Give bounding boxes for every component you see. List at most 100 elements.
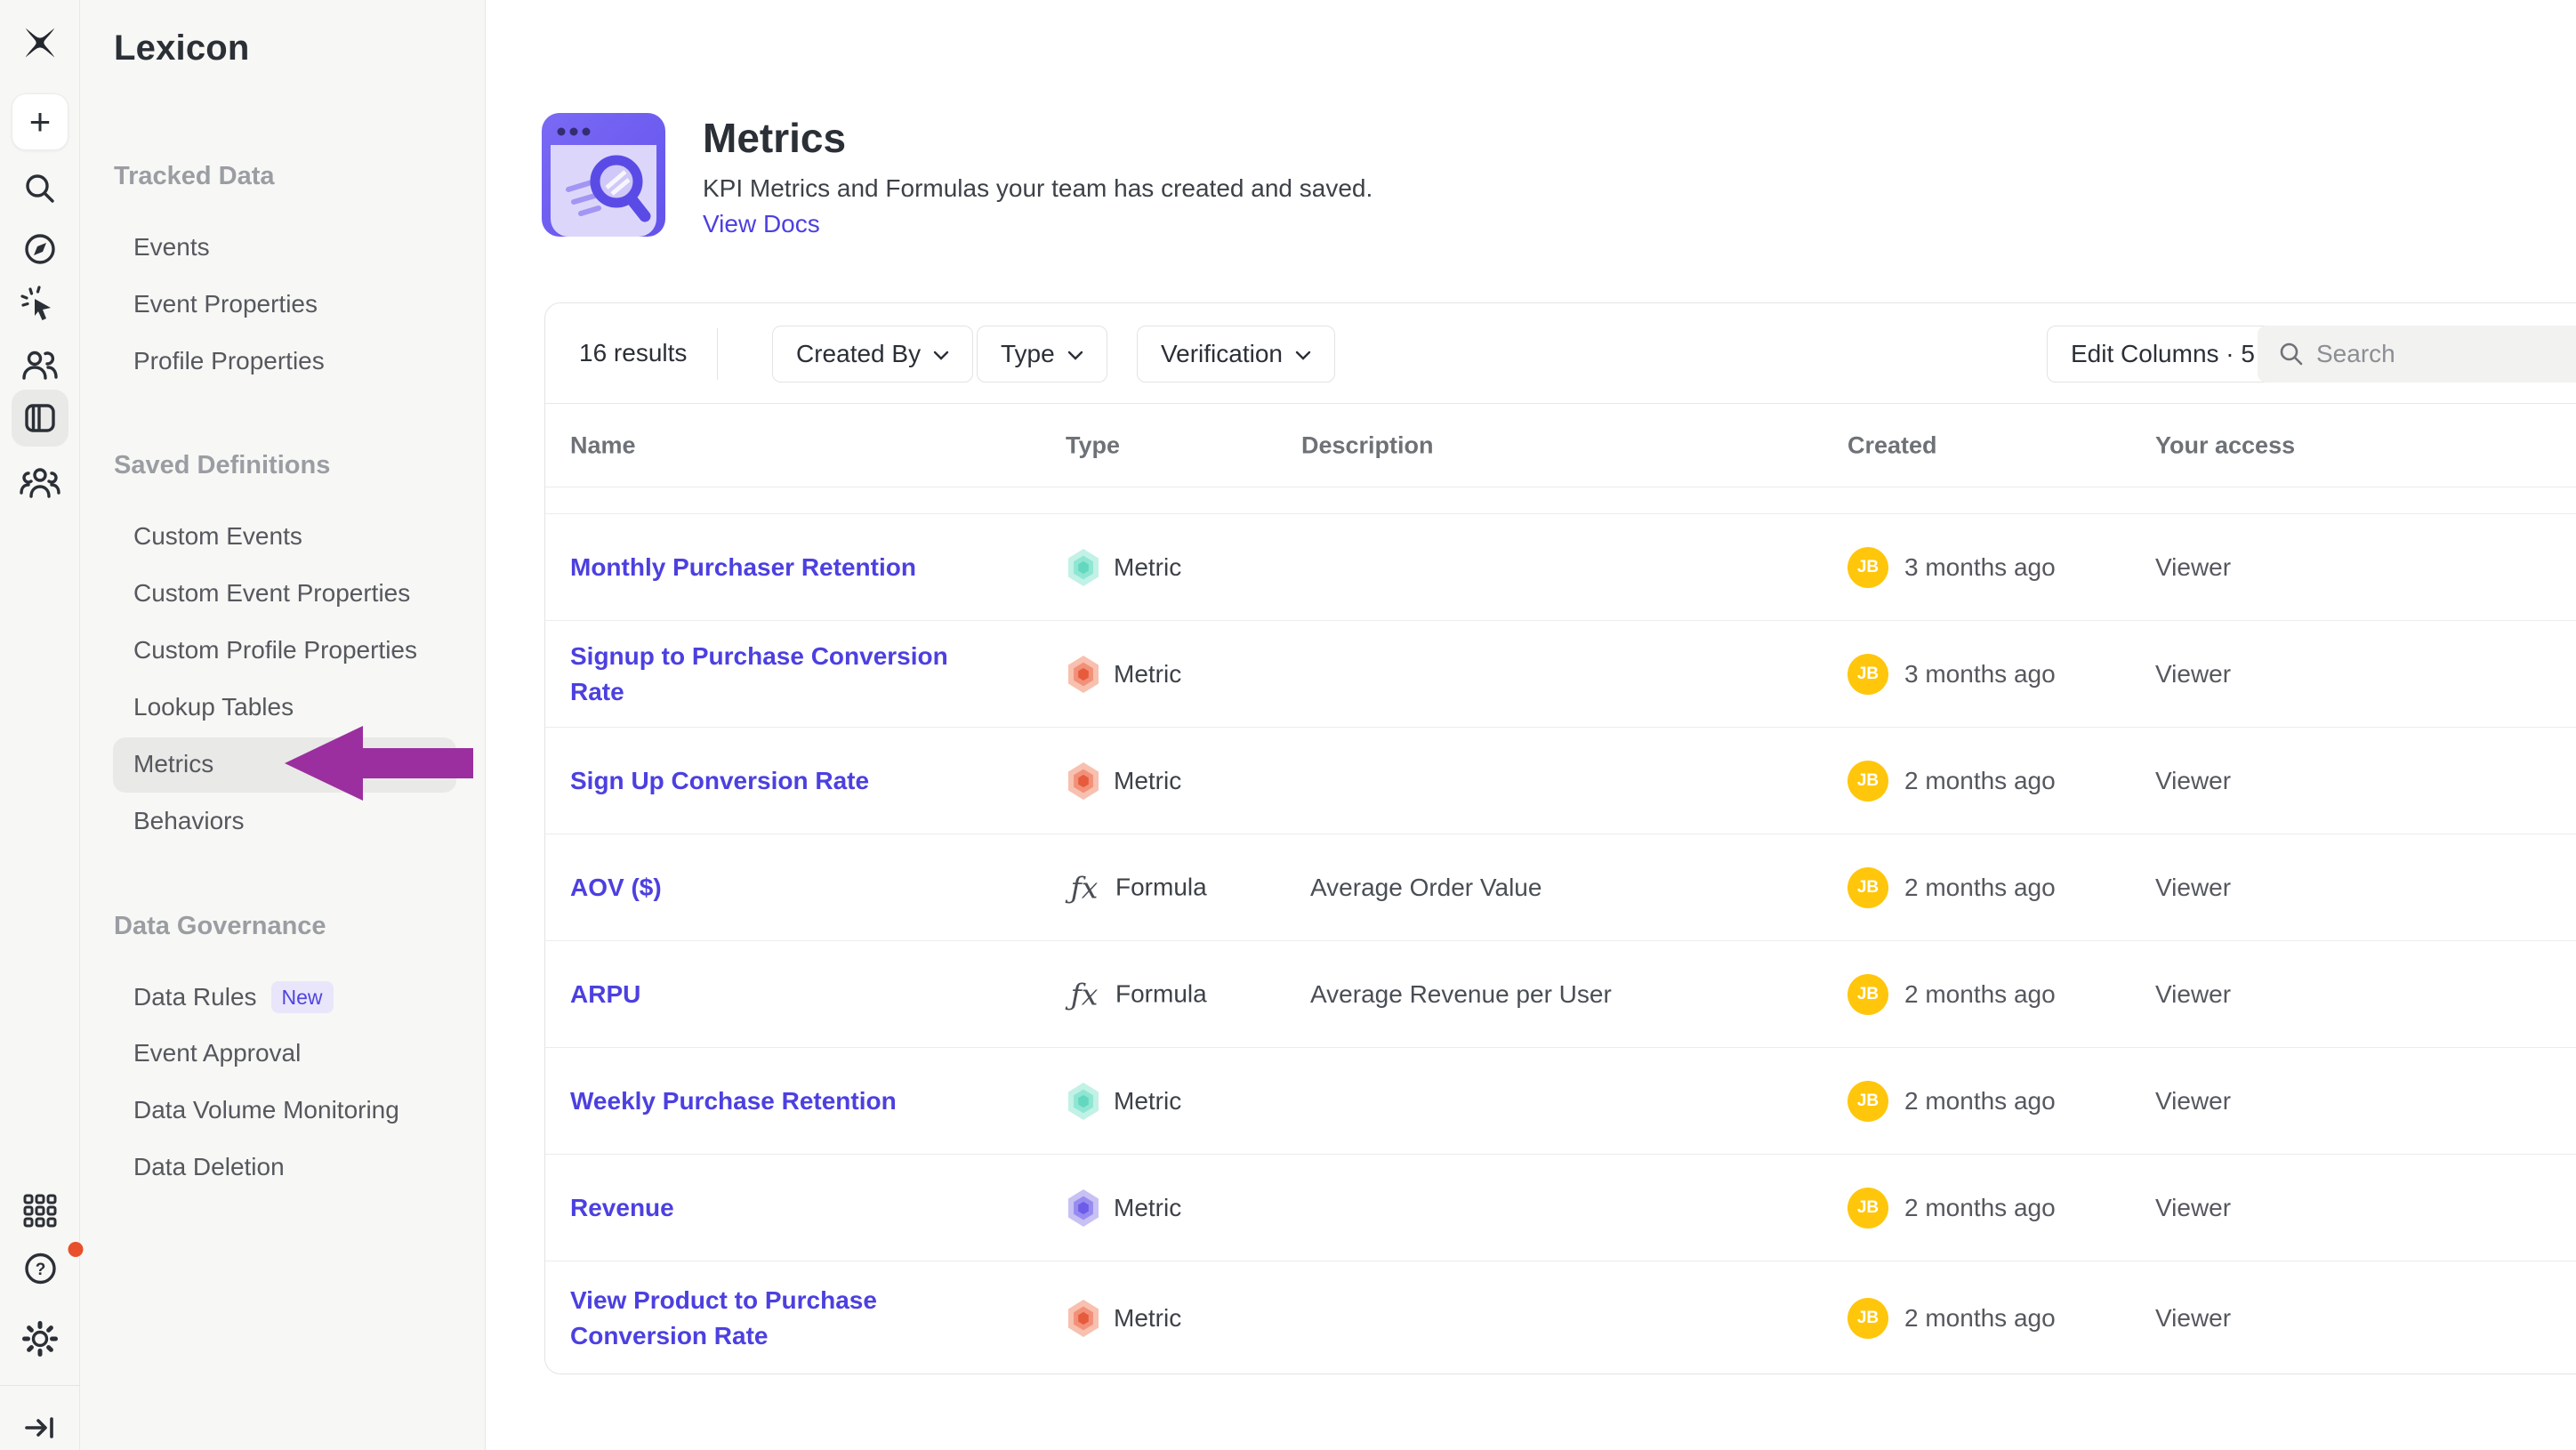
metric-hexagon-icon-red (1066, 655, 1101, 694)
type-cell: ƒx Formula (1066, 977, 1207, 1011)
type-cell: Metric (1066, 1188, 1181, 1228)
created-cell: JB 2 months ago (1847, 761, 2056, 802)
access-cell: Viewer (2155, 553, 2231, 582)
col-name[interactable]: Name (570, 431, 636, 459)
metric-name-link[interactable]: AOV ($) (570, 870, 988, 906)
sidebar-item-event-properties[interactable]: Event Properties (133, 286, 318, 322)
table-row[interactable]: Sign Up Conversion Rate Metric JB 2 mont… (545, 728, 2576, 834)
metric-name-link[interactable]: View Product to Purchase Conversion Rate (570, 1283, 988, 1354)
avatar: JB (1847, 1188, 1888, 1228)
created-cell: JB 2 months ago (1847, 974, 2056, 1015)
created-cell: JB 3 months ago (1847, 547, 2056, 588)
scrolled-row-sliver (545, 487, 2576, 514)
filter-created-by[interactable]: Created By (772, 326, 973, 383)
sidebar-item-behaviors[interactable]: Behaviors (133, 803, 245, 839)
sidebar-item-events[interactable]: Events (133, 230, 210, 265)
chevron-down-icon (1295, 350, 1311, 360)
metric-hexagon-icon-purple (1066, 1188, 1101, 1228)
formula-fx-icon: ƒx (1066, 870, 1103, 905)
sidebar-title: Lexicon (114, 28, 250, 68)
sidebar-item-metrics[interactable]: Metrics (133, 746, 213, 782)
settings-gear-icon[interactable] (20, 1319, 60, 1358)
chevron-down-icon (1067, 350, 1083, 360)
metrics-table-card: 16 results Created By Type Verification … (544, 302, 2576, 1374)
metric-name-link[interactable]: ARPU (570, 977, 988, 1012)
type-cell: Metric (1066, 655, 1181, 694)
access-cell: Viewer (2155, 660, 2231, 689)
avatar: JB (1847, 867, 1888, 908)
created-cell: JB 3 months ago (1847, 654, 2056, 695)
created-cell: JB 2 months ago (1847, 1298, 2056, 1339)
created-cell: JB 2 months ago (1847, 1081, 2056, 1122)
created-cell: JB 2 months ago (1847, 1188, 2056, 1228)
metric-name-link[interactable]: Monthly Purchaser Retention (570, 550, 988, 585)
table-row[interactable]: View Product to Purchase Conversion Rate… (545, 1261, 2576, 1374)
metric-name-link[interactable]: Revenue (570, 1190, 988, 1226)
avatar: JB (1847, 1081, 1888, 1122)
metric-name-link[interactable]: Weekly Purchase Retention (570, 1083, 988, 1119)
sidebar-item-data-volume-monitoring[interactable]: Data Volume Monitoring (133, 1092, 399, 1128)
table-row[interactable]: Revenue Metric JB 2 months ago Viewer (545, 1155, 2576, 1261)
search-icon (2277, 340, 2306, 368)
table-toolbar: 16 results Created By Type Verification … (545, 303, 2576, 404)
avatar: JB (1847, 974, 1888, 1015)
col-type[interactable]: Type (1066, 431, 1120, 459)
metrics-page-icon (542, 113, 665, 241)
edit-columns-button[interactable]: Edit Columns · 5 (2047, 326, 2279, 383)
sidebar-item-profile-properties[interactable]: Profile Properties (133, 343, 325, 379)
type-cell: Metric (1066, 1299, 1181, 1338)
col-description[interactable]: Description (1301, 431, 1434, 459)
avatar: JB (1847, 547, 1888, 588)
avatar: JB (1847, 761, 1888, 802)
mixpanel-logo-icon[interactable] (19, 21, 61, 64)
page-title: Metrics (703, 114, 846, 162)
compass-icon[interactable] (20, 230, 60, 269)
sidebar-item-custom-event-properties[interactable]: Custom Event Properties (133, 576, 410, 611)
metric-name-link[interactable]: Sign Up Conversion Rate (570, 763, 988, 799)
help-icon[interactable]: ? (1, 1247, 80, 1288)
sidebar-item-data-deletion[interactable]: Data Deletion (133, 1149, 285, 1185)
formula-fx-icon: ƒx (1066, 977, 1103, 1011)
access-cell: Viewer (2155, 1194, 2231, 1222)
section-saved-definitions: Saved Definitions (114, 451, 330, 480)
sidebar-item-event-approval[interactable]: Event Approval (133, 1035, 301, 1071)
section-data-governance: Data Governance (114, 912, 326, 941)
create-plus-button[interactable]: + (12, 93, 68, 150)
type-cell: Metric (1066, 548, 1181, 587)
filter-verification[interactable]: Verification (1137, 326, 1335, 383)
table-row[interactable]: ARPU ƒx Formula Average Revenue per User… (545, 941, 2576, 1048)
metric-hexagon-icon-red (1066, 761, 1101, 801)
sidebar-item-lookup-tables[interactable]: Lookup Tables (133, 689, 294, 725)
col-created[interactable]: Created (1847, 431, 1937, 459)
table-header-row: Name Type Description Created Your acces… (545, 404, 2576, 487)
search-input[interactable] (2316, 326, 2576, 383)
apps-grid-icon[interactable] (21, 1192, 59, 1229)
view-docs-link[interactable]: View Docs (703, 210, 820, 238)
toolbar-divider (717, 328, 718, 380)
metric-hexagon-icon-red (1066, 1299, 1101, 1338)
metric-hexagon-icon-teal (1066, 1082, 1101, 1121)
access-cell: Viewer (2155, 1304, 2231, 1333)
created-cell: JB 2 months ago (1847, 867, 2056, 908)
section-tracked-data: Tracked Data (114, 162, 275, 191)
table-row[interactable]: Weekly Purchase Retention Metric JB 2 mo… (545, 1048, 2576, 1155)
sidebar-item-custom-profile-properties[interactable]: Custom Profile Properties (133, 632, 417, 668)
svg-text:?: ? (35, 1261, 45, 1279)
users-icon[interactable] (20, 345, 60, 383)
metric-name-link[interactable]: Signup to Purchase Conversion Rate (570, 639, 988, 710)
sidebar-item-data-rules[interactable]: Data RulesNew (133, 979, 334, 1015)
collapse-sidebar-icon[interactable] (20, 1408, 60, 1447)
sidebar-item-custom-events[interactable]: Custom Events (133, 519, 302, 554)
table-row[interactable]: AOV ($) ƒx Formula Average Order Value J… (545, 834, 2576, 941)
cohorts-group-icon[interactable] (19, 463, 61, 500)
lexicon-book-icon[interactable] (12, 390, 68, 447)
cursor-click-icon[interactable] (19, 285, 61, 327)
table-row[interactable]: Signup to Purchase Conversion Rate Metri… (545, 621, 2576, 728)
table-row[interactable]: Monthly Purchaser Retention Metric JB 3 … (545, 514, 2576, 621)
access-cell: Viewer (2155, 980, 2231, 1009)
lexicon-sidebar: Lexicon Tracked Data Events Event Proper… (80, 0, 486, 1450)
search-icon[interactable] (20, 169, 60, 208)
filter-type[interactable]: Type (977, 326, 1107, 383)
type-cell: Metric (1066, 1082, 1181, 1121)
col-your-access[interactable]: Your access (2155, 431, 2295, 459)
